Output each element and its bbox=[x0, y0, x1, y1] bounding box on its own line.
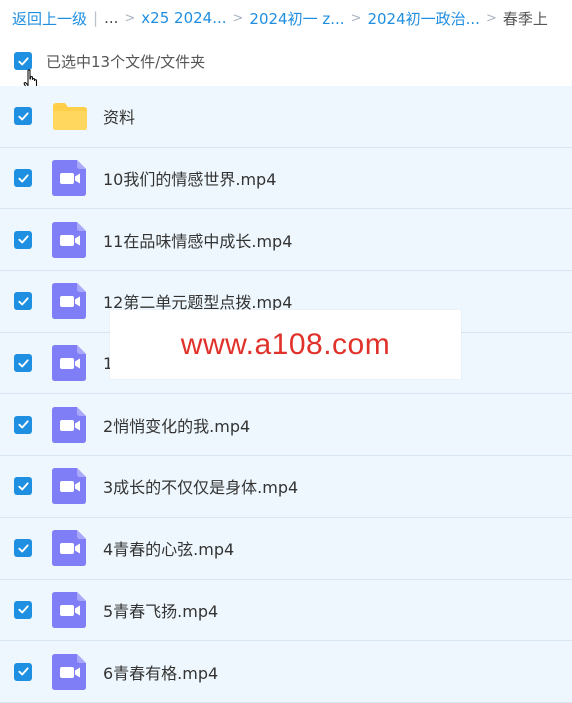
file-name[interactable]: 11在品味情感中成长.mp4 bbox=[103, 228, 292, 252]
row-checkbox[interactable] bbox=[14, 415, 32, 434]
file-name[interactable]: 5青春飞扬.mp4 bbox=[103, 598, 218, 622]
check-icon bbox=[17, 235, 29, 244]
breadcrumb: 返回上一级 | ... > x25 2024... > 2024初一 z... … bbox=[0, 0, 572, 36]
file-row[interactable]: 3成长的不仅仅是身体.mp4 bbox=[0, 456, 572, 518]
check-icon bbox=[17, 112, 29, 121]
breadcrumb-ellipsis[interactable]: ... bbox=[104, 9, 118, 27]
row-checkbox[interactable] bbox=[14, 477, 32, 496]
video-icon bbox=[52, 283, 88, 320]
file-row[interactable]: 5青春飞扬.mp4 bbox=[0, 579, 572, 642]
breadcrumb-separator-icon: > bbox=[232, 10, 244, 26]
file-name[interactable]: 6青春有格.mp4 bbox=[103, 660, 218, 684]
check-icon bbox=[17, 420, 29, 429]
check-icon bbox=[17, 359, 29, 367]
video-icon bbox=[52, 591, 88, 628]
row-checkbox[interactable] bbox=[14, 292, 32, 311]
file-name[interactable]: 10我们的情感世界.mp4 bbox=[103, 166, 276, 190]
video-icon bbox=[52, 653, 88, 690]
video-icon bbox=[52, 468, 88, 505]
file-row[interactable]: 10我们的情感世界.mp4 bbox=[0, 147, 572, 210]
row-checkbox[interactable] bbox=[14, 539, 32, 558]
breadcrumb-separator-icon: > bbox=[350, 10, 362, 26]
breadcrumb-item-2[interactable]: 2024初一 z... bbox=[249, 8, 344, 29]
check-icon bbox=[17, 297, 29, 306]
check-icon bbox=[17, 482, 29, 491]
check-icon bbox=[17, 173, 29, 182]
file-list: 资料 10我们的情感世界.mp4 11在品味情感中成长.mp4 12第二单元题型点拨.… bbox=[0, 86, 572, 703]
folder-row[interactable]: 资料 bbox=[0, 86, 572, 148]
selection-count: 已选中13个文件/文件夹 bbox=[46, 52, 206, 71]
breadcrumb-current: 春季上 bbox=[502, 9, 548, 28]
folder-icon bbox=[52, 98, 88, 134]
file-row[interactable]: 2悄悄变化的我.mp4 bbox=[0, 394, 572, 457]
row-checkbox[interactable] bbox=[14, 169, 32, 188]
watermark-banner: www.a108.com bbox=[110, 310, 461, 379]
watermark-text: www.a108.com bbox=[180, 327, 391, 361]
row-checkbox[interactable] bbox=[14, 600, 32, 619]
breadcrumb-item-1[interactable]: x25 2024... bbox=[141, 9, 226, 27]
file-row[interactable]: 6青春有格.mp4 bbox=[0, 641, 572, 703]
check-icon bbox=[17, 56, 29, 65]
breadcrumb-item-3[interactable]: 2024初一政治... bbox=[367, 8, 479, 29]
breadcrumb-divider: | bbox=[93, 9, 99, 27]
back-link[interactable]: 返回上一级 bbox=[12, 8, 87, 29]
row-checkbox[interactable] bbox=[14, 662, 32, 681]
row-checkbox[interactable] bbox=[14, 230, 32, 249]
video-icon bbox=[52, 530, 88, 567]
file-name[interactable]: 3成长的不仅仅是身体.mp4 bbox=[103, 474, 298, 498]
file-row[interactable]: 11在品味情感中成长.mp4 bbox=[0, 209, 572, 272]
video-icon bbox=[52, 345, 88, 382]
video-icon bbox=[52, 406, 88, 443]
row-checkbox[interactable] bbox=[14, 354, 32, 373]
file-name[interactable]: 2悄悄变化的我.mp4 bbox=[103, 413, 250, 437]
file-row[interactable]: 4青春的心弦.mp4 bbox=[0, 517, 572, 580]
breadcrumb-separator-icon: > bbox=[485, 10, 497, 26]
row-checkbox[interactable] bbox=[14, 107, 32, 126]
check-icon bbox=[17, 544, 29, 553]
file-name[interactable]: 4青春的心弦.mp4 bbox=[103, 536, 234, 560]
check-icon bbox=[17, 667, 29, 676]
file-name[interactable]: 资料 bbox=[103, 104, 135, 128]
video-icon bbox=[52, 221, 88, 258]
selection-bar: 已选中13个文件/文件夹 bbox=[0, 44, 572, 78]
breadcrumb-separator-icon: > bbox=[124, 10, 136, 26]
check-icon bbox=[17, 605, 29, 614]
video-icon bbox=[52, 160, 88, 197]
